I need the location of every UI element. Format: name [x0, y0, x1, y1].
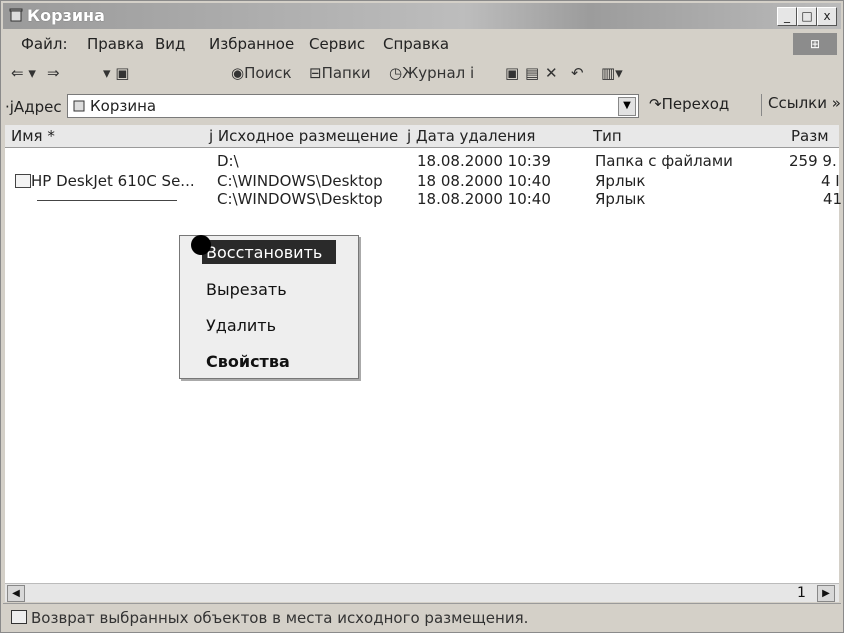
menu-item-cut[interactable]: Вырезать: [206, 280, 287, 299]
status-bar: Возврат выбранных объектов в места исход…: [3, 603, 841, 631]
row2-type: Ярлык: [595, 172, 646, 190]
minimize-button[interactable]: _: [777, 7, 797, 26]
status-icon: [11, 610, 27, 624]
row2-date: 18 08.2000 10:40: [417, 172, 551, 190]
context-menu: Восстановить Вырезать Удалить Свойства: [179, 235, 359, 379]
row1-type: Папка с файлами: [595, 152, 733, 170]
views-button[interactable]: ▥▾: [601, 64, 623, 82]
close-button[interactable]: x: [817, 7, 837, 26]
row3-date: 18.08.2000 10:40: [417, 190, 551, 208]
window-title: Корзина: [27, 6, 105, 25]
column-header-name[interactable]: Имя *: [11, 127, 55, 145]
address-label: ·jАдрес: [5, 98, 62, 116]
folders-button[interactable]: ⊟Папки: [309, 64, 371, 82]
menu-favorites[interactable]: Избранное: [209, 35, 294, 53]
back-button[interactable]: ⇐ ▾: [11, 64, 36, 82]
menu-tools[interactable]: Сервис: [309, 35, 365, 53]
row1-date: 18.08.2000 10:39: [417, 152, 551, 170]
row2-size: 4 I: [821, 172, 840, 190]
recycle-bin-icon: [73, 100, 85, 112]
explorer-window: Корзина _ □ x Файл: Правка Вид Избранное…: [0, 0, 844, 633]
copy-to-button[interactable]: ▤: [525, 64, 539, 82]
horizontal-scrollbar[interactable]: ◀ 1 ▶: [5, 583, 839, 602]
history-icon: ◷: [389, 64, 403, 82]
address-dropdown-button[interactable]: ▼: [618, 97, 636, 116]
address-value: Корзина: [90, 97, 157, 115]
go-label: Переход: [661, 95, 730, 113]
column-header-size[interactable]: Разм: [791, 127, 829, 145]
move-to-button[interactable]: ▣: [505, 64, 519, 82]
windows-logo-throbber: ⊞: [793, 33, 837, 55]
folders-label: Папки: [321, 64, 371, 82]
row2-name[interactable]: HP DeskJet 610C Se...: [31, 172, 195, 190]
go-button[interactable]: ↷Переход: [649, 95, 729, 113]
search-label: Поиск: [244, 64, 292, 82]
title-bar[interactable]: Корзина _ □ x: [3, 3, 841, 29]
shortcut-file-icon: [15, 174, 31, 188]
menu-edit[interactable]: Правка: [87, 35, 144, 53]
address-bar: ·jАдрес Корзина ▼ ↷Переход Ссылки »: [3, 91, 841, 121]
links-button[interactable]: Ссылки »: [761, 94, 841, 116]
file-list: D:\ 18.08.2000 10:39 Папка с файлами 259…: [5, 148, 843, 590]
row2-origin: C:\WINDOWS\Desktop: [217, 172, 383, 190]
mouse-cursor-marker: [191, 235, 211, 255]
forward-button[interactable]: ⇒: [47, 64, 60, 82]
menu-view[interactable]: Вид: [155, 35, 185, 53]
history-label: Журнал i: [402, 64, 475, 82]
scroll-right-button[interactable]: ▶: [817, 585, 835, 602]
status-text: Возврат выбранных объектов в места исход…: [31, 609, 529, 627]
recycle-bin-icon: [9, 8, 23, 22]
column-header-date[interactable]: j Дата удаления: [407, 127, 535, 145]
undo-icon[interactable]: ↶: [571, 64, 584, 82]
standard-toolbar: ⇐ ▾ ⇒ ▾ ▣ ◉Поиск ⊟Папки ◷Журнал i ▣ ▤ ✕ …: [3, 59, 841, 87]
row1-size: 259 9.: [789, 152, 837, 170]
go-arrow-icon: ↷: [649, 95, 662, 113]
menu-bar: Файл: Правка Вид Избранное Сервис Справк…: [3, 31, 841, 57]
menu-file[interactable]: Файл:: [21, 35, 68, 53]
row1-origin: D:\: [217, 152, 239, 170]
row3-origin: C:\WINDOWS\Desktop: [217, 190, 383, 208]
row3-type: Ярлык: [595, 190, 646, 208]
maximize-button[interactable]: □: [797, 7, 817, 26]
menu-item-delete[interactable]: Удалить: [206, 316, 276, 335]
row3-name-field[interactable]: [37, 200, 177, 201]
menu-help[interactable]: Справка: [383, 35, 449, 53]
column-header-type[interactable]: Тип: [593, 127, 622, 145]
menu-item-restore[interactable]: Восстановить: [206, 243, 322, 262]
history-button[interactable]: ◷Журнал i: [389, 64, 474, 82]
scroll-marker: 1: [797, 585, 806, 601]
list-header: Имя * j Исходное размещение j Дата удале…: [5, 125, 839, 148]
search-button[interactable]: ◉Поиск: [231, 64, 292, 82]
column-header-origin[interactable]: j Исходное размещение: [209, 127, 398, 145]
up-folder-button[interactable]: ▾ ▣: [103, 64, 129, 82]
folders-icon: ⊟: [309, 64, 322, 82]
scroll-left-button[interactable]: ◀: [7, 585, 25, 602]
delete-icon[interactable]: ✕: [545, 64, 558, 82]
address-field[interactable]: Корзина ▼: [67, 94, 639, 118]
menu-item-properties[interactable]: Свойства: [206, 352, 290, 371]
search-icon: ◉: [231, 64, 245, 82]
row3-size: 41: [823, 190, 843, 208]
